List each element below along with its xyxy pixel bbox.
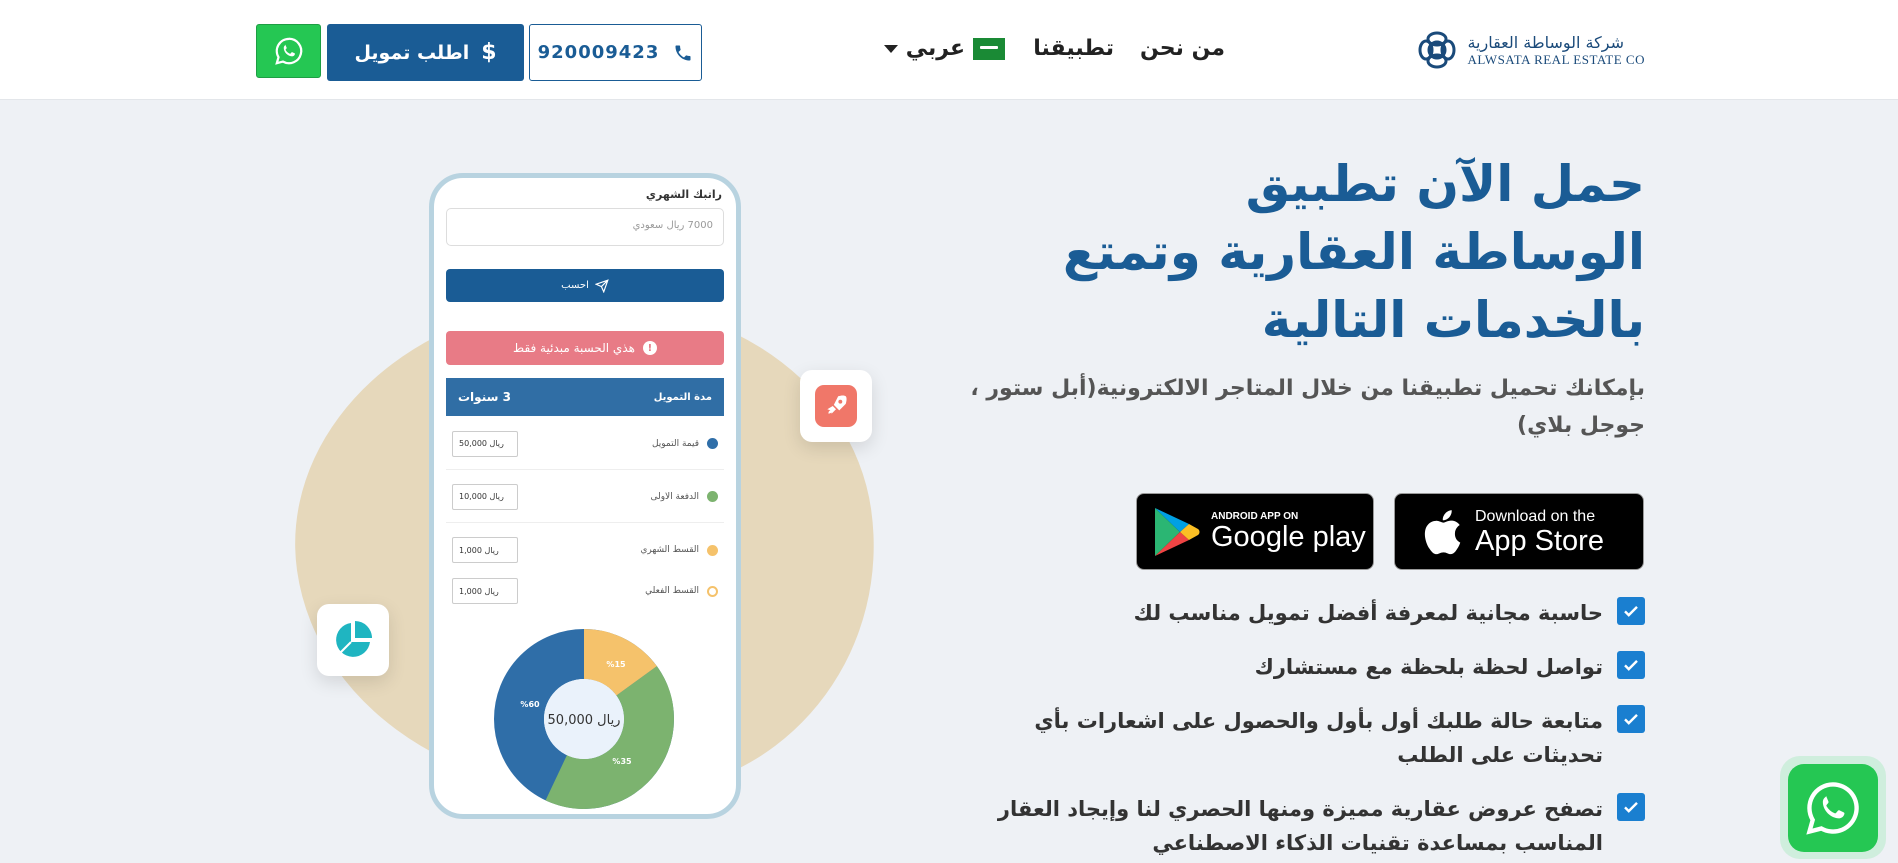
donut-chart: 50,000 ريال %60 %35 %15 xyxy=(494,629,674,809)
row-value: 50,000 ريال xyxy=(452,430,518,457)
phone-mockup: راتبك الشهري 7000 ريال سعودي احسب ! هذي … xyxy=(429,173,741,819)
salary-input: 7000 ريال سعودي xyxy=(446,208,724,246)
logo-text-arabic: شركة الوساطة العقارية xyxy=(1467,32,1624,52)
duration-bar: مدة التمويل 3 سنوات xyxy=(446,378,724,416)
phone-number: 920009423 xyxy=(537,42,660,63)
row-value: 10,000 ريال xyxy=(452,483,518,510)
rocket-card xyxy=(800,370,872,442)
language-label: عربي xyxy=(905,36,965,61)
site-header: شركة الوساطة العقارية ALWSATA REAL ESTAT… xyxy=(0,0,1898,100)
pie-chart-icon xyxy=(336,621,372,657)
checkbox-checked-icon xyxy=(1617,705,1645,733)
donut-center-label: 50,000 ريال xyxy=(548,713,621,728)
phone-button[interactable]: 920009423 xyxy=(529,24,702,81)
row-label: قيمة التمويل xyxy=(651,438,699,449)
row-label: القسط الفعلي xyxy=(645,586,699,596)
nav-about[interactable]: من نحن xyxy=(1140,36,1225,61)
checkbox-checked-icon xyxy=(1617,793,1645,821)
language-selector[interactable]: عربي xyxy=(874,36,1005,61)
donut-slice-label: %35 xyxy=(612,757,632,766)
dollar-icon: $ xyxy=(481,40,497,65)
legend-dot xyxy=(707,438,718,449)
app-store-small: Download on the xyxy=(1475,507,1596,525)
whatsapp-icon xyxy=(274,37,302,65)
whatsapp-header-button[interactable] xyxy=(256,24,321,78)
finance-row: قيمة التمويل 50,000 ريال xyxy=(446,418,724,470)
pie-card xyxy=(317,604,389,676)
feature-text: متابعة حالة طلبك أول بأول والحصول على اش… xyxy=(1034,709,1603,767)
row-label: القسط الشهري xyxy=(640,545,699,555)
whatsapp-floating-button[interactable] xyxy=(1780,756,1886,859)
feature-text: تصفح عروض عقارية مميزة ومنها الحصري لنا … xyxy=(997,797,1603,855)
hero-title: حمل الآن تطبيق الوساطة العقارية وتمتع با… xyxy=(1062,155,1645,349)
logo-text-english: ALWSATA REAL ESTATE CO xyxy=(1467,51,1645,67)
legend-dot xyxy=(707,491,718,502)
caret-down-icon xyxy=(883,44,898,53)
feature-item: حاسبة مجانية لمعرفة أفضل تمويل مناسب لك xyxy=(965,596,1645,630)
donut-slice-label: %15 xyxy=(606,660,626,669)
phone-icon xyxy=(675,45,691,60)
logo-mark-icon xyxy=(1418,31,1456,69)
feature-text: حاسبة مجانية لمعرفة أفضل تمويل مناسب لك xyxy=(1133,601,1603,625)
feature-item: متابعة حالة طلبك أول بأول والحصول على اش… xyxy=(965,704,1645,772)
hero-subtitle: بإمكانك تحميل تطبيقنا من خلال المتاجر ال… xyxy=(970,376,1645,438)
calculate-label: احسب xyxy=(561,280,589,291)
row-value: 1,000 ريال xyxy=(452,578,518,604)
finance-row: القسط الفعلي 1,000 ريال xyxy=(446,565,724,617)
feature-list: حاسبة مجانية لمعرفة أفضل تمويل مناسب لك … xyxy=(965,596,1645,860)
duration-label: مدة التمويل xyxy=(653,391,712,403)
send-icon xyxy=(594,278,609,293)
duration-value: 3 سنوات xyxy=(458,390,511,404)
calculate-button: احسب xyxy=(446,269,724,302)
finance-row: الدفعة الاولى 10,000 ريال xyxy=(446,471,724,523)
estimate-alert: ! هذي الحسبة مبدئية فقط xyxy=(446,331,724,365)
nav-our-app[interactable]: تطبيقنا xyxy=(1033,36,1114,61)
google-play-icon xyxy=(1155,507,1200,556)
saudi-flag-icon xyxy=(973,37,1005,60)
legend-dot xyxy=(707,544,718,556)
checkbox-checked-icon xyxy=(1617,651,1645,679)
request-finance-button[interactable]: اطلب تمويل $ xyxy=(327,24,524,81)
salary-label: راتبك الشهري xyxy=(645,188,722,201)
app-store-button[interactable]: Download on the App Store xyxy=(1394,493,1644,570)
feature-item: تواصل لحظة بلحظة مع مستشارك xyxy=(965,650,1645,684)
company-logo[interactable]: شركة الوساطة العقارية ALWSATA REAL ESTAT… xyxy=(1415,27,1645,73)
app-store-big: App Store xyxy=(1475,524,1604,557)
google-play-big: Google play xyxy=(1211,521,1366,553)
info-icon: ! xyxy=(642,341,657,355)
row-label: الدفعة الاولى xyxy=(650,491,699,502)
checkbox-checked-icon xyxy=(1617,597,1645,625)
donut-slice-label: %60 xyxy=(520,700,540,709)
rocket-icon xyxy=(827,395,847,414)
feature-item: تصفح عروض عقارية مميزة ومنها الحصري لنا … xyxy=(965,792,1645,860)
legend-dot xyxy=(707,585,718,597)
request-finance-label: اطلب تمويل xyxy=(354,41,470,64)
google-play-button[interactable]: ANDROID APP ON Google play xyxy=(1136,493,1374,570)
row-value: 1,000 ريال xyxy=(452,537,518,563)
whatsapp-icon xyxy=(1806,781,1859,835)
apple-icon xyxy=(1424,509,1461,554)
feature-text: تواصل لحظة بلحظة مع مستشارك xyxy=(1254,655,1603,679)
alert-text: هذي الحسبة مبدئية فقط xyxy=(513,341,635,355)
